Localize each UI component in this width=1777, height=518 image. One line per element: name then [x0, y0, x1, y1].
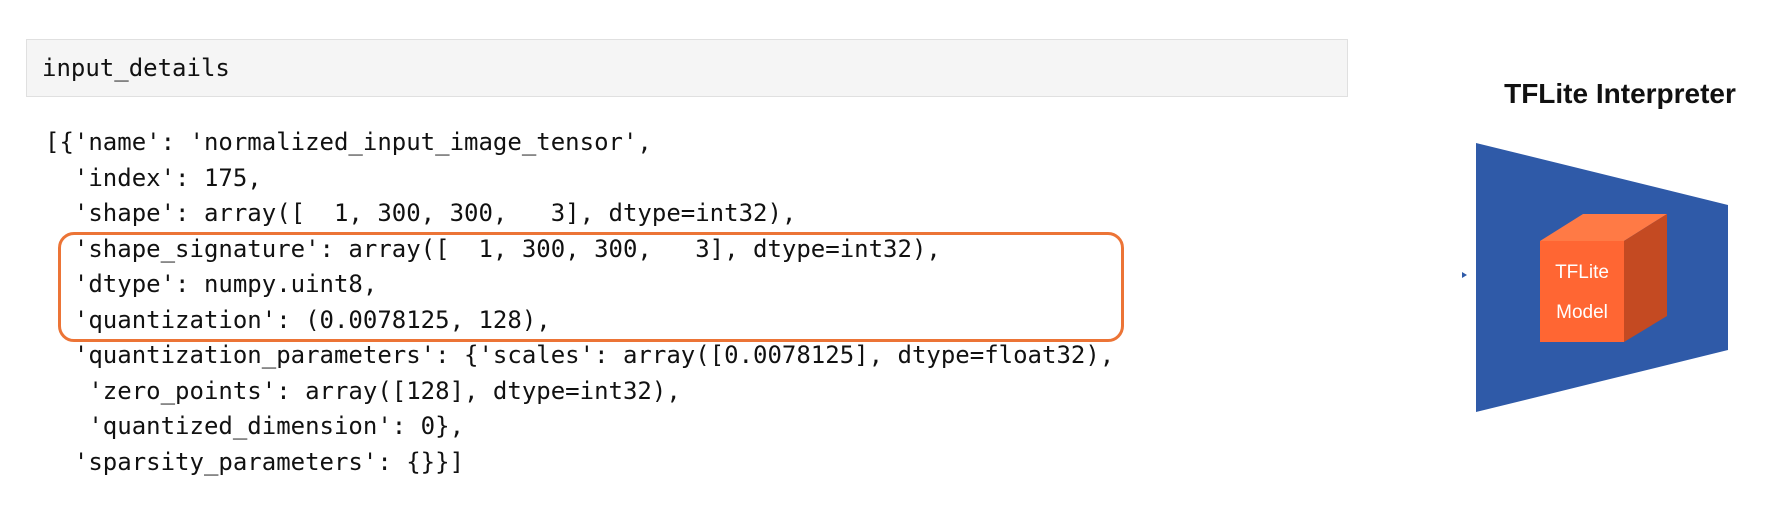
- arrow-marker: [1462, 272, 1467, 278]
- output-line: 'index': 175,: [45, 163, 262, 192]
- notebook-input-cell[interactable]: input_details: [26, 39, 1348, 97]
- highlight-box: [58, 232, 1124, 342]
- output-line: 'sparsity_parameters': {}}]: [45, 447, 465, 476]
- output-line: 'quantized_dimension': 0},: [45, 412, 465, 440]
- output-line: 'quantization_parameters': {'scales': ar…: [45, 341, 1115, 369]
- interpreter-graphic: TFLite Model: [1462, 143, 1728, 412]
- model-cube-front: [1540, 241, 1624, 342]
- output-line: 'zero_points': array([128], dtype=int32)…: [45, 376, 681, 405]
- model-label-line1: TFLite: [1555, 262, 1609, 283]
- input-code: input_details: [42, 54, 230, 82]
- output-line: [{'name': 'normalized_input_image_tensor…: [45, 128, 652, 156]
- output-line: 'shape': array([ 1, 300, 300, 3], dtype=…: [45, 199, 797, 227]
- tflite-interpreter-diagram: TFLite Interpreter TFLite Model: [1460, 0, 1777, 518]
- model-label-line2: Model: [1556, 302, 1608, 323]
